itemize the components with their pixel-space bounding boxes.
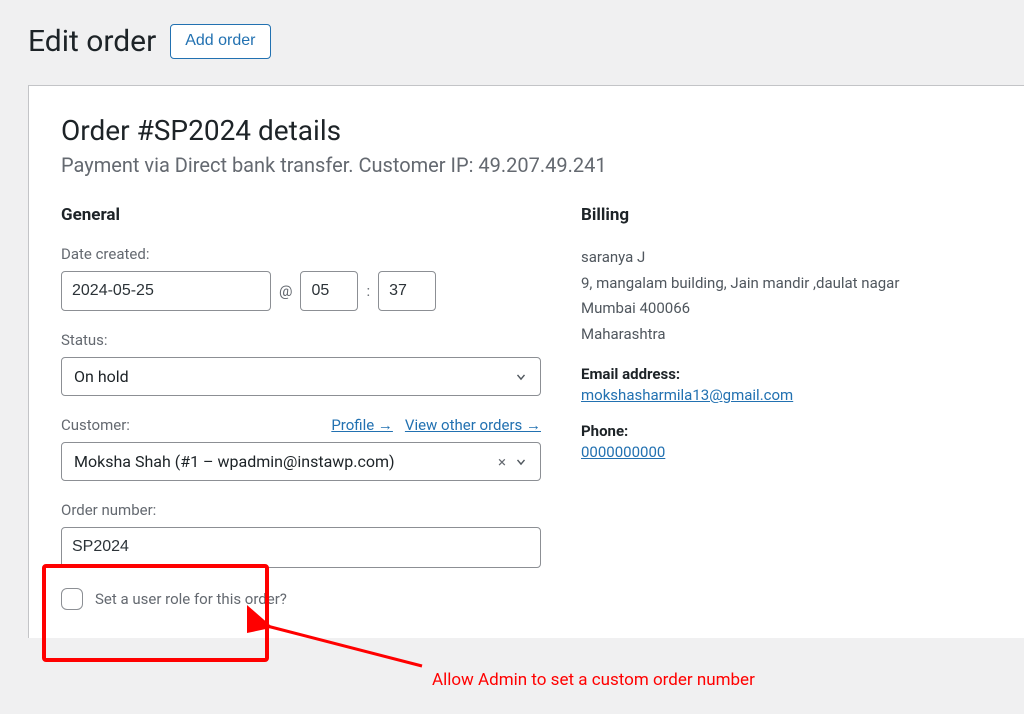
clear-customer-icon[interactable]: × — [494, 453, 510, 471]
customer-label: Customer: — [61, 416, 130, 434]
billing-heading: Billing — [581, 205, 992, 225]
annotation-text: Allow Admin to set a custom order number — [432, 670, 755, 690]
order-panel: Order #SP2024 details Payment via Direct… — [28, 85, 1024, 638]
colon-separator: : — [366, 282, 370, 300]
order-subtitle: Payment via Direct bank transfer. Custom… — [61, 153, 992, 177]
page-title: Edit order — [28, 24, 156, 59]
view-other-orders-link[interactable]: View other orders → — [405, 416, 541, 434]
order-number-label: Order number: — [61, 501, 541, 519]
profile-link[interactable]: Profile → — [331, 416, 393, 434]
at-separator: @ — [279, 282, 292, 300]
chevron-down-icon — [514, 455, 528, 469]
billing-addr1: 9, mangalam building, Jain mandir ,daula… — [581, 271, 992, 297]
user-role-checkbox[interactable] — [61, 588, 83, 610]
chevron-down-icon — [514, 370, 528, 384]
general-heading: General — [61, 205, 541, 225]
phone-label: Phone: — [581, 422, 992, 440]
billing-phone-link[interactable]: 0000000000 — [581, 443, 665, 461]
billing-email-link[interactable]: mokshasharmila13@gmail.com — [581, 386, 793, 404]
order-number-input[interactable] — [61, 527, 541, 567]
status-label: Status: — [61, 331, 541, 349]
hour-input[interactable] — [300, 271, 358, 311]
add-order-button[interactable]: Add order — [170, 24, 270, 59]
billing-name: saranya J — [581, 245, 992, 271]
order-title: Order #SP2024 details — [61, 114, 992, 147]
customer-value: Moksha Shah (#1 – wpadmin@instawp.com) — [74, 452, 395, 471]
date-created-input[interactable] — [61, 271, 271, 311]
customer-select[interactable]: Moksha Shah (#1 – wpadmin@instawp.com) × — [61, 442, 541, 481]
status-value: On hold — [74, 367, 129, 386]
status-select[interactable]: On hold — [61, 357, 541, 396]
billing-addr3: Maharashtra — [581, 322, 992, 348]
billing-addr2: Mumbai 400066 — [581, 296, 992, 322]
minute-input[interactable] — [378, 271, 436, 311]
user-role-checkbox-label: Set a user role for this order? — [95, 590, 287, 608]
date-created-label: Date created: — [61, 245, 541, 263]
email-label: Email address: — [581, 365, 992, 383]
